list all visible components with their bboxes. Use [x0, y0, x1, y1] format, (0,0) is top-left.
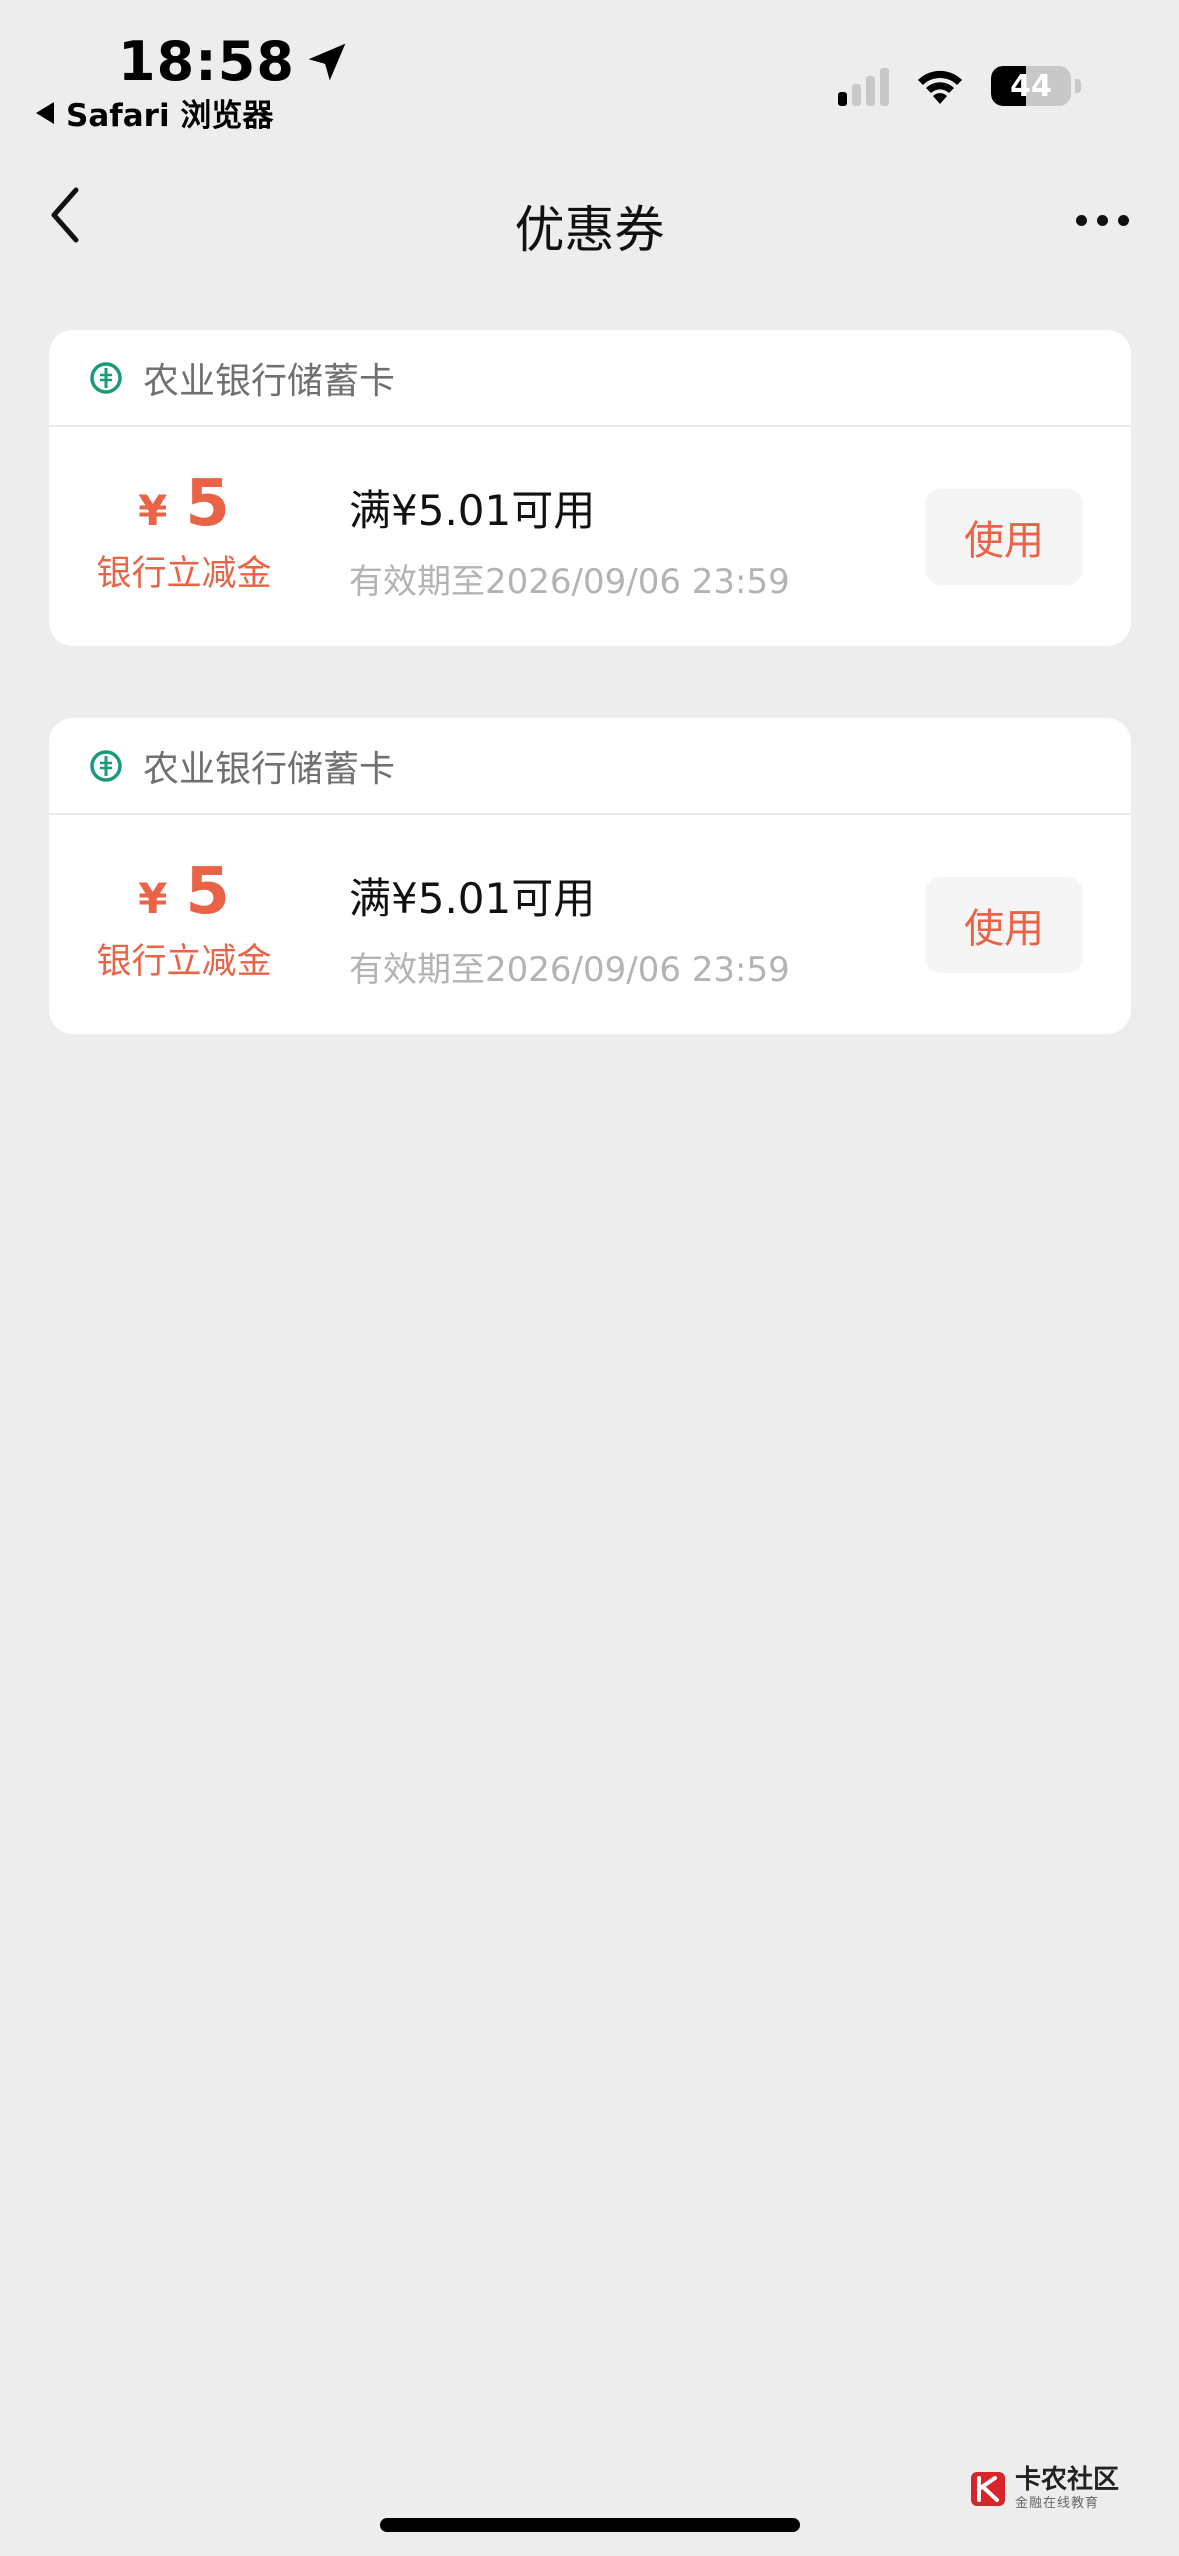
watermark-title: 卡农社区	[1014, 2465, 1119, 2495]
abc-bank-logo-icon	[90, 749, 122, 782]
page-title: 优惠券	[514, 201, 665, 259]
status-time: 18:58	[118, 30, 349, 93]
coupon-card-body: ¥ 5 银行立减金 满¥5.01可用 有效期至2026/09/06 23:59 …	[49, 815, 1131, 1034]
use-coupon-button[interactable]: 使用	[925, 877, 1083, 973]
coupon-card-header: 农业银行储蓄卡	[49, 718, 1131, 815]
coupon-amount: ¥ 5 银行立减金	[69, 855, 299, 984]
more-options-button[interactable]	[1076, 200, 1129, 240]
cellular-signal-icon	[838, 66, 889, 106]
coupon-info: 满¥5.01可用 有效期至2026/09/06 23:59	[349, 477, 790, 603]
battery-tip	[1075, 79, 1081, 93]
watermark: 卡农社区 金融在线教育	[969, 2467, 1119, 2510]
battery-icon: 44	[991, 66, 1071, 106]
coupon-validity: 有效期至2026/09/06 23:59	[349, 950, 790, 990]
coupon-list: 农业银行储蓄卡 ¥ 5 银行立减金 满¥5.01可用 有效期至2026/09/0…	[49, 330, 1131, 1106]
coupon-type-label: 银行立减金	[96, 942, 272, 982]
coupon-validity: 有效期至2026/09/06 23:59	[349, 562, 790, 602]
bank-name: 农业银行储蓄卡	[143, 748, 396, 790]
amount-value: 5	[185, 467, 230, 541]
coupon-type-label: 银行立减金	[96, 554, 272, 594]
home-indicator[interactable]	[380, 2518, 800, 2532]
back-triangle-icon	[36, 101, 54, 124]
coupon-card-header: 农业银行储蓄卡	[49, 330, 1131, 427]
currency-symbol: ¥	[138, 486, 168, 535]
use-coupon-button[interactable]: 使用	[925, 489, 1083, 585]
back-to-safari-link[interactable]: Safari 浏览器	[36, 90, 273, 135]
location-arrow-icon	[308, 43, 346, 80]
more-dot-icon	[1097, 214, 1108, 226]
abc-bank-logo-icon	[90, 361, 122, 394]
status-indicators: 44	[838, 66, 1081, 106]
coupon-card-body: ¥ 5 银行立减金 满¥5.01可用 有效期至2026/09/06 23:59 …	[49, 427, 1131, 646]
more-dot-icon	[1118, 214, 1129, 226]
wifi-icon	[918, 70, 962, 104]
coupon-info: 满¥5.01可用 有效期至2026/09/06 23:59	[349, 865, 790, 991]
kanong-logo-icon	[970, 2471, 1005, 2506]
bank-name: 农业银行储蓄卡	[143, 360, 396, 402]
watermark-subtitle: 金融在线教育	[1014, 2496, 1099, 2511]
amount-value: 5	[185, 855, 230, 929]
battery-percent: 44	[1010, 68, 1052, 104]
coupon-condition: 满¥5.01可用	[349, 486, 596, 535]
coupon-card: 农业银行储蓄卡 ¥ 5 银行立减金 满¥5.01可用 有效期至2026/09/0…	[49, 718, 1131, 1034]
coupon-condition: 满¥5.01可用	[349, 874, 596, 923]
more-dot-icon	[1076, 214, 1087, 226]
back-app-label: Safari 浏览器	[66, 98, 274, 134]
status-time-text: 18:58	[118, 30, 295, 93]
coupon-amount: ¥ 5 银行立减金	[69, 467, 299, 596]
currency-symbol: ¥	[138, 874, 168, 923]
coupon-card: 农业银行储蓄卡 ¥ 5 银行立减金 满¥5.01可用 有效期至2026/09/0…	[49, 330, 1131, 646]
